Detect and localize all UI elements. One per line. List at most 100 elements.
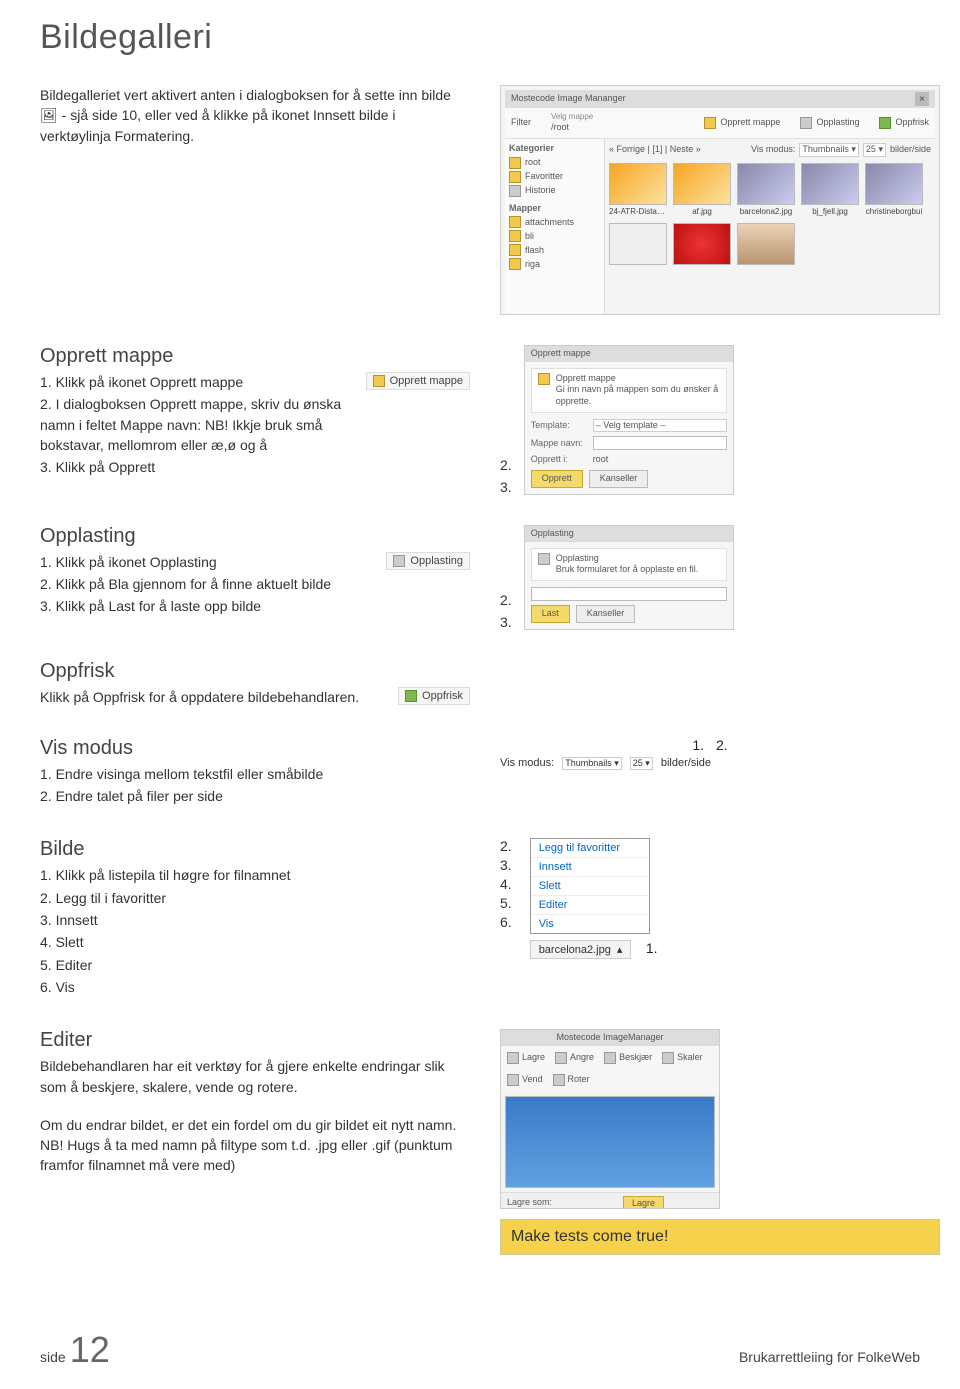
im-oppfrisk-button[interactable]: Oppfrisk	[879, 117, 929, 129]
sidebar-item[interactable]: attachments	[509, 216, 600, 228]
vis-modus-select[interactable]: Thumbnails ▾	[799, 143, 859, 157]
editor-title: Mostecode ImageManager	[501, 1030, 719, 1046]
editor-tool-roter[interactable]: Roter	[553, 1074, 590, 1086]
file-chip[interactable]: barcelona2.jpg ▴	[530, 940, 632, 959]
sidebar-item[interactable]: root	[509, 157, 600, 169]
step: 2. I dialogboksen Opprett mappe, skriv d…	[40, 394, 346, 455]
step: 1. Endre visinga mellom tekstfil eller s…	[40, 764, 470, 784]
im-opprett-button[interactable]: Opprett mappe	[704, 117, 780, 129]
annot: 1.	[646, 940, 658, 956]
save-icon	[507, 1052, 519, 1064]
bilde-heading: Bilde	[40, 838, 470, 861]
step: 4. Slett	[40, 932, 470, 952]
annot: 6.	[500, 914, 512, 930]
upload-icon	[393, 555, 405, 567]
folder-icon	[509, 258, 521, 270]
editer-p1: Bildebehandlaren har eit verktøy for å g…	[40, 1056, 470, 1097]
editor-tool-beskjaer[interactable]: Beskjær	[604, 1052, 652, 1064]
opprett-confirm-button[interactable]: Opprett	[531, 470, 583, 488]
thumbnail[interactable]: christineborgbui	[865, 163, 923, 217]
image-manager-screenshot: Mostecode Image Mananger × Filter Velg m…	[500, 85, 940, 315]
annot: 3.	[500, 857, 512, 873]
im-opplasting-button[interactable]: Opplasting	[800, 117, 859, 129]
sidebar-item[interactable]: Historie	[509, 185, 600, 197]
opplasting-button[interactable]: Opplasting	[386, 552, 470, 570]
opplasting-dialog: Opplasting Opplasting Bruk formularet fo…	[524, 525, 734, 630]
folder-icon	[373, 375, 385, 387]
sidebar-item[interactable]: Favoritter	[509, 171, 600, 183]
oppfrisk-text: Klikk på Oppfrisk for å oppdatere bildeb…	[40, 687, 378, 707]
mappe-navn-input[interactable]	[593, 436, 727, 450]
close-icon[interactable]: ×	[915, 92, 929, 106]
editor-tool-lagre[interactable]: Lagre	[507, 1052, 545, 1064]
oppfrisk-heading: Oppfrisk	[40, 660, 470, 683]
opprett-mappe-dialog: Opprett mappe Opprett mappe Gi inn navn …	[524, 345, 734, 495]
thumbnail[interactable]	[673, 223, 731, 265]
ctx-item-editer[interactable]: Editer	[531, 896, 649, 915]
thumbnail[interactable]: af.jpg	[673, 163, 731, 217]
editor-cancel-button[interactable]: Kanseller	[623, 1208, 679, 1209]
im-filter-label: Filter	[511, 117, 531, 129]
editor-tool-angre[interactable]: Angre	[555, 1052, 594, 1064]
annot: 3.	[500, 479, 512, 495]
thumbnail[interactable]	[737, 223, 795, 265]
im-pager[interactable]: « Forrige | [1] | Neste »	[609, 144, 701, 156]
editor-tool-skaler[interactable]: Skaler	[662, 1052, 703, 1064]
thumbnail[interactable]: barcelona2.jpg	[737, 163, 795, 217]
editer-p2: Om du endrar bildet, er det ein fordel o…	[40, 1115, 470, 1176]
flip-icon	[507, 1074, 519, 1086]
vis-modus-select[interactable]: Thumbnails ▾	[562, 757, 622, 770]
save-as-input[interactable]	[507, 1209, 587, 1210]
step: 1. Klikk på ikonet Opprett mappe	[40, 372, 346, 392]
context-menu: Legg til favoritter Innsett Slett Editer…	[530, 838, 650, 934]
step: 1. Klikk på ikonet Opplasting	[40, 552, 366, 572]
template-select[interactable]: – Velg template –	[593, 419, 727, 433]
oppfrisk-button[interactable]: Oppfrisk	[398, 687, 470, 705]
sidebar-item[interactable]: riga	[509, 258, 600, 270]
ctx-item-innsett[interactable]: Innsett	[531, 858, 649, 877]
dialog-title: Opplasting	[525, 526, 733, 542]
upload-icon	[538, 553, 550, 565]
ctx-item-vis[interactable]: Vis	[531, 915, 649, 933]
folder-icon	[704, 117, 716, 129]
per-side-select[interactable]: 25 ▾	[863, 143, 886, 157]
folder-plus-icon	[538, 373, 550, 385]
annot: 4.	[500, 876, 512, 892]
thumbnail[interactable]: bj_fjell.jpg	[801, 163, 859, 217]
step: 3. Klikk på Opprett	[40, 457, 346, 477]
annot: 5.	[500, 895, 512, 911]
thumbnail[interactable]: 24-ATR-DistantF	[609, 163, 667, 217]
editor-canvas	[505, 1096, 715, 1188]
dialog-title: Opprett mappe	[525, 346, 733, 362]
annot: 2.	[716, 737, 728, 753]
opprett-mappe-button[interactable]: Opprett mappe	[366, 372, 470, 390]
step: 3. Klikk på Last for å laste opp bilde	[40, 596, 366, 616]
step: 2. Endre talet på filer per side	[40, 786, 470, 806]
banner: Make tests come true!	[500, 1219, 940, 1255]
thumbnail[interactable]	[609, 223, 667, 265]
last-button[interactable]: Last	[531, 605, 570, 623]
kanseller-button[interactable]: Kanseller	[576, 605, 636, 623]
editor-tool-vend[interactable]: Vend	[507, 1074, 543, 1086]
doc-title: Brukarrettleiing for FolkeWeb	[739, 1349, 920, 1365]
annot: 2.	[500, 592, 512, 608]
step: 3. Innsett	[40, 910, 470, 930]
kanseller-button[interactable]: Kanseller	[589, 470, 649, 488]
page-title: Bildegalleri	[40, 18, 920, 57]
ctx-item-favoritter[interactable]: Legg til favoritter	[531, 839, 649, 858]
crop-icon	[604, 1052, 616, 1064]
editor-screenshot: Mostecode ImageManager Lagre Angre Beskj…	[500, 1029, 720, 1209]
sidebar-item[interactable]: bli	[509, 230, 600, 242]
opprett-mappe-heading: Opprett mappe	[40, 345, 470, 368]
per-side-select[interactable]: 25 ▾	[630, 757, 653, 770]
upload-file-input[interactable]	[531, 587, 727, 601]
annot: 3.	[500, 614, 512, 630]
annot: 2.	[500, 838, 512, 854]
sidebar-item[interactable]: flash	[509, 244, 600, 256]
per-side-label: bilder/side	[890, 144, 931, 156]
folder-icon	[509, 244, 521, 256]
im-path: /root	[551, 122, 593, 134]
ctx-item-slett[interactable]: Slett	[531, 877, 649, 896]
step: 2. Klikk på Bla gjennom for å finne aktu…	[40, 574, 366, 594]
refresh-icon	[405, 690, 417, 702]
